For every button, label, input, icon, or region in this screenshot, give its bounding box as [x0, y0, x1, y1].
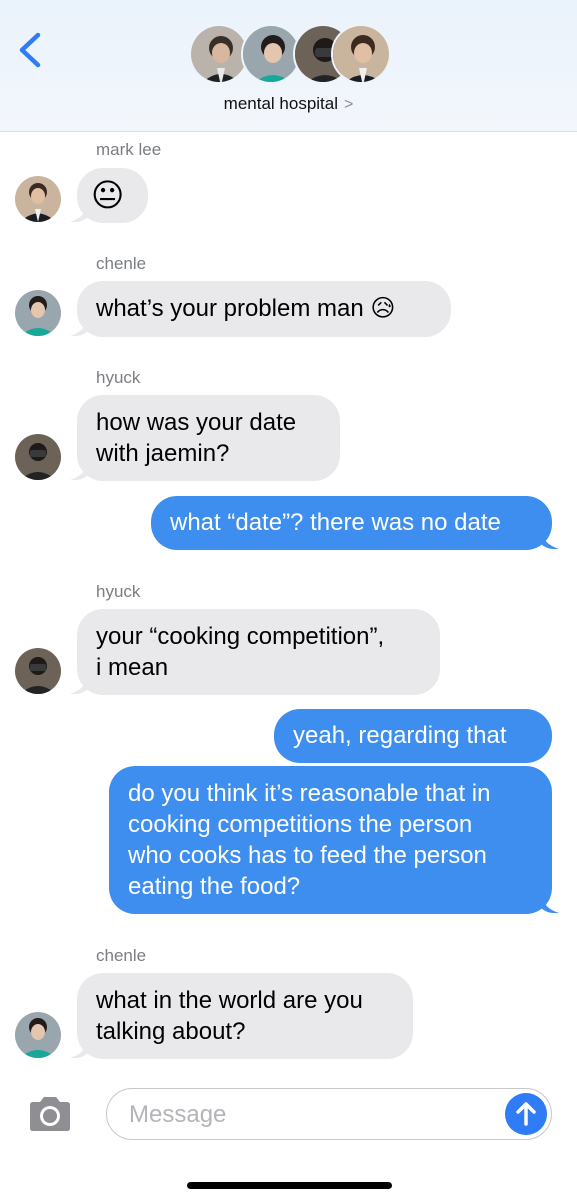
message-text: what “date”? there was no date [170, 509, 501, 536]
arrow-up-icon[interactable] [505, 1093, 547, 1135]
message-line: talking about? [96, 1018, 246, 1045]
sender-name: hyuck [96, 368, 141, 387]
member-avatar [189, 24, 249, 84]
bubble-tail [70, 203, 88, 223]
message-line: your “cooking competition”, [96, 623, 385, 650]
message-line: with jaemin? [96, 440, 230, 467]
sender-name: chenle [96, 254, 147, 273]
message-bubble-incoming[interactable]: what’s your problem man 😥 [77, 281, 451, 337]
chevron-left-icon[interactable] [14, 32, 48, 68]
message-line: who cooks has to feed the person [128, 842, 487, 869]
bubble-tail [70, 1039, 88, 1059]
bubble-tail [70, 461, 88, 481]
emoji-text: 😐 [91, 177, 125, 213]
avatar[interactable] [15, 1012, 61, 1058]
bubble-tail [70, 317, 88, 337]
message-bubble-incoming[interactable]: what in the world are you talking about? [77, 973, 413, 1059]
message-bubble-outgoing[interactable]: yeah, regarding that [274, 709, 552, 763]
avatar[interactable] [15, 290, 61, 336]
sender-name: chenle [96, 946, 147, 965]
avatar[interactable] [15, 176, 61, 222]
message-line: how was your date [96, 409, 297, 436]
bubble-tail [70, 675, 88, 695]
message-text: yeah, regarding that [293, 722, 507, 749]
home-indicator [187, 1182, 392, 1189]
message-input[interactable] [127, 1097, 501, 1133]
avatar[interactable] [15, 434, 61, 480]
member-avatar [241, 24, 301, 84]
camera-icon[interactable] [26, 1095, 74, 1133]
conversation-header: mental hospital > [0, 0, 577, 132]
message-bubble-outgoing[interactable]: what “date”? there was no date [151, 496, 552, 550]
group-avatars[interactable] [189, 24, 391, 88]
message-input-field[interactable] [106, 1088, 552, 1140]
message-text: what’s your problem man 😥 [96, 295, 396, 322]
message-line: what in the world are you [96, 987, 363, 1014]
message-bubble-outgoing[interactable]: do you think it’s reasonable that in coo… [109, 766, 552, 914]
group-name[interactable]: mental hospital > [0, 94, 577, 114]
message-bubble-incoming[interactable]: how was your date with jaemin? [77, 395, 340, 481]
message-line: do you think it’s reasonable that in [128, 780, 491, 807]
message-line: i mean [96, 654, 169, 681]
message-bubble-incoming[interactable]: your “cooking competition”, i mean [77, 609, 440, 695]
message-line: cooking competitions the person [128, 811, 473, 838]
avatar[interactable] [15, 648, 61, 694]
chevron-right-icon: > [344, 96, 354, 113]
bubble-tail [541, 530, 559, 550]
bubble-tail [541, 894, 559, 914]
member-avatar [331, 24, 391, 84]
message-line: eating the food? [128, 873, 301, 900]
sender-name: hyuck [96, 582, 141, 601]
group-name-label[interactable]: mental hospital [224, 94, 338, 113]
sender-name: mark lee [96, 140, 162, 159]
